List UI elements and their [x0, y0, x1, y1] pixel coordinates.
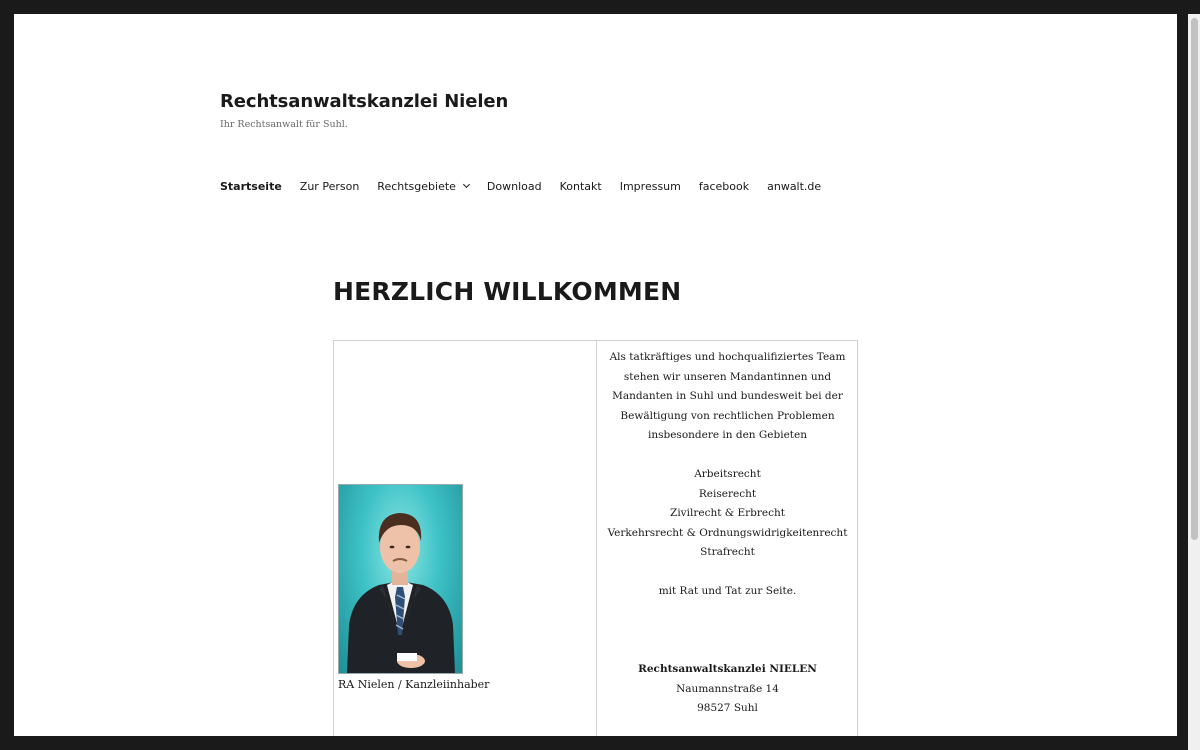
legal-area: Strafrecht	[700, 546, 755, 558]
nav-item-download[interactable]: Download	[487, 180, 542, 193]
intro-line: Als tatkräftiges und hochqualifiziertes …	[609, 351, 846, 363]
portrait-caption: RA Nielen / Kanzleiinhaber	[338, 678, 490, 691]
intro-line: Bewältigung von rechtlichen Problemen	[620, 409, 835, 422]
address-name: Rechtsanwaltskanzlei NIELEN	[638, 663, 817, 675]
main-navigation: Startseite Zur Person Rechtsgebiete Down…	[220, 177, 839, 195]
nav-item-impressum[interactable]: Impressum	[620, 180, 681, 193]
intro-line: insbesondere in den Gebieten	[647, 429, 807, 441]
nav-item-anwalt-de[interactable]: anwalt.de	[767, 180, 821, 193]
nav-item-kontakt[interactable]: Kontakt	[560, 180, 602, 193]
intro-line: Mandanten in Suhl und bundesweit bei der	[612, 390, 843, 402]
page-title: HERZLICH WILLKOMMEN	[333, 277, 682, 306]
nav-item-startseite[interactable]: Startseite	[220, 180, 282, 193]
scrollbar-thumb[interactable]	[1191, 18, 1198, 540]
content-table: RA Nielen / Kanzleiinhaber Als tatkräfti…	[333, 340, 858, 736]
legal-area: Verkehrsrecht & Ordnungswidrigkeitenrech…	[607, 526, 848, 539]
address-city: 98527 Suhl	[697, 702, 758, 714]
nav-item-label: Download	[486, 179, 542, 193]
intro-text-column: Als tatkräftiges und hochqualifiziertes …	[597, 348, 858, 719]
nav-item-label: facebook	[698, 179, 750, 193]
closing-line: mit Rat und Tat zur Seite.	[658, 585, 797, 597]
portrait-illustration	[347, 513, 455, 673]
nav-item-label: Kontakt	[559, 179, 602, 193]
nav-item-label: Startseite	[220, 179, 282, 193]
address-street: Naumannstraße 14	[676, 682, 779, 695]
site-title[interactable]: Rechtsanwaltskanzlei Nielen	[220, 91, 508, 112]
portrait-image	[338, 484, 463, 674]
nav-item-rechtsgebiete[interactable]: Rechtsgebiete	[377, 179, 470, 193]
site-description: Ihr Rechtsanwalt für Suhl.	[220, 119, 348, 130]
nav-item-facebook[interactable]: facebook	[699, 180, 749, 193]
nav-item-label: Rechtsgebiete	[377, 179, 456, 193]
intro-line: stehen wir unseren Mandantinnen und	[623, 370, 832, 383]
legal-area: Arbeitsrecht	[694, 468, 761, 480]
legal-area: Zivilrecht & Erbrecht	[670, 507, 785, 519]
nav-item-zur-person[interactable]: Zur Person	[300, 180, 360, 193]
page-frame: Rechtsanwaltskanzlei Nielen Ihr Rechtsan…	[14, 14, 1177, 736]
chevron-down-icon	[462, 180, 470, 189]
nav-item-label: Impressum	[619, 179, 681, 193]
nav-item-label: Zur Person	[299, 179, 360, 193]
legal-area: Reiserecht	[698, 487, 757, 500]
nav-item-label: anwalt.de	[767, 179, 822, 193]
